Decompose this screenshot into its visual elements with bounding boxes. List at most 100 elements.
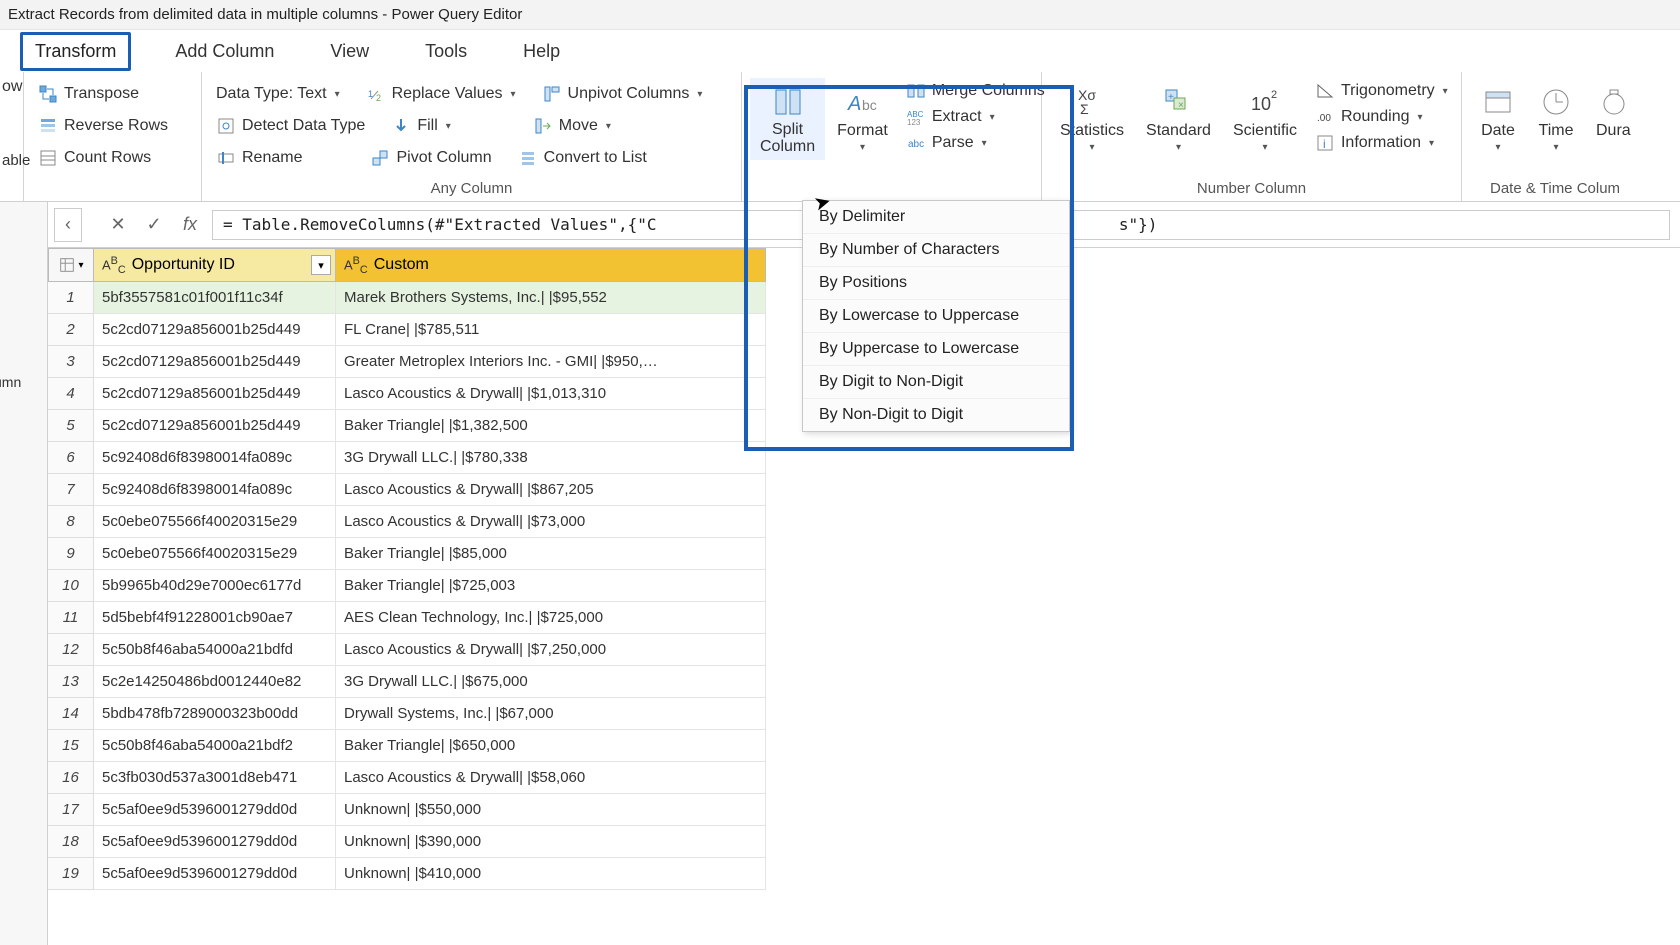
row-number[interactable]: 13	[48, 666, 94, 698]
cell-opportunity-id[interactable]: 5bdb478fb7289000323b00dd	[94, 698, 336, 730]
cell-custom[interactable]: Marek Brothers Systems, Inc.| |$95,552	[336, 282, 766, 314]
split-by-non-digit-to-digit[interactable]: By Non-Digit to Digit	[803, 398, 1069, 431]
cell-custom[interactable]: Lasco Acoustics & Drywall| |$73,000	[336, 506, 766, 538]
column-header-opportunity-id[interactable]: ABCOpportunity ID▾	[94, 248, 336, 282]
fill-button[interactable]: Fill	[385, 113, 456, 139]
cell-custom[interactable]: Baker Triangle| |$85,000	[336, 538, 766, 570]
row-number[interactable]: 18	[48, 826, 94, 858]
time-button[interactable]: Time▾	[1528, 78, 1584, 160]
cell-custom[interactable]: Baker Triangle| |$1,382,500	[336, 410, 766, 442]
information-button[interactable]: i Information	[1309, 130, 1454, 156]
split-by-delimiter[interactable]: By Delimiter	[803, 201, 1069, 233]
row-number[interactable]: 7	[48, 474, 94, 506]
menu-add-column[interactable]: Add Column	[163, 35, 286, 68]
column-header-custom[interactable]: ABCCustom	[336, 248, 766, 282]
cancel-formula-button[interactable]: ✕	[104, 211, 132, 239]
standard-button[interactable]: +× Standard▾	[1136, 78, 1221, 160]
parse-button[interactable]: abc Parse	[900, 130, 1051, 156]
cell-opportunity-id[interactable]: 5bf3557581c01f001f11c34f	[94, 282, 336, 314]
cell-custom[interactable]: Unknown| |$410,000	[336, 858, 766, 890]
cell-opportunity-id[interactable]: 5c5af0ee9d5396001279dd0d	[94, 794, 336, 826]
cell-opportunity-id[interactable]: 5c2cd07129a856001b25d449	[94, 410, 336, 442]
cell-opportunity-id[interactable]: 5c50b8f46aba54000a21bdf2	[94, 730, 336, 762]
row-number[interactable]: 6	[48, 442, 94, 474]
split-by-number-of-characters[interactable]: By Number of Characters	[803, 233, 1069, 266]
row-number[interactable]: 2	[48, 314, 94, 346]
cell-custom[interactable]: FL Crane| |$785,511	[336, 314, 766, 346]
cell-custom[interactable]: Lasco Acoustics & Drywall| |$7,250,000	[336, 634, 766, 666]
cell-opportunity-id[interactable]: 5b9965b40d29e7000ec6177d	[94, 570, 336, 602]
cell-custom[interactable]: Unknown| |$390,000	[336, 826, 766, 858]
format-button[interactable]: Abc Format ▾	[827, 78, 898, 160]
split-column-button[interactable]: Split Column	[750, 78, 825, 160]
cell-opportunity-id[interactable]: 5c50b8f46aba54000a21bdfd	[94, 634, 336, 666]
cell-opportunity-id[interactable]: 5c2cd07129a856001b25d449	[94, 378, 336, 410]
pivot-column-button[interactable]: Pivot Column	[364, 145, 497, 171]
extract-button[interactable]: ABC123 Extract	[900, 104, 1051, 130]
merge-columns-button[interactable]: Merge Columns	[900, 78, 1051, 104]
apply-formula-button[interactable]: ✓	[140, 211, 168, 239]
menu-view[interactable]: View	[318, 35, 381, 68]
count-rows-button[interactable]: Count Rows	[32, 145, 157, 171]
split-by-lowercase-to-uppercase[interactable]: By Lowercase to Uppercase	[803, 299, 1069, 332]
cell-custom[interactable]: Greater Metroplex Interiors Inc. - GMI| …	[336, 346, 766, 378]
reverse-rows-button[interactable]: Reverse Rows	[32, 113, 174, 139]
replace-values-button[interactable]: 12 Replace Values	[360, 81, 522, 107]
cell-custom[interactable]: Unknown| |$550,000	[336, 794, 766, 826]
row-number[interactable]: 4	[48, 378, 94, 410]
row-number[interactable]: 15	[48, 730, 94, 762]
cell-custom[interactable]: AES Clean Technology, Inc.| |$725,000	[336, 602, 766, 634]
cell-custom[interactable]: Drywall Systems, Inc.| |$67,000	[336, 698, 766, 730]
fx-icon[interactable]: fx	[176, 211, 204, 239]
row-number[interactable]: 5	[48, 410, 94, 442]
unpivot-columns-button[interactable]: Unpivot Columns	[536, 81, 709, 107]
cell-opportunity-id[interactable]: 5c2e14250486bd0012440e82	[94, 666, 336, 698]
rename-button[interactable]: Rename	[210, 145, 308, 171]
cell-custom[interactable]: Lasco Acoustics & Drywall| |$58,060	[336, 762, 766, 794]
duration-button[interactable]: Dura	[1586, 78, 1636, 160]
row-number[interactable]: 10	[48, 570, 94, 602]
menu-tools[interactable]: Tools	[413, 35, 479, 68]
cell-custom[interactable]: Lasco Acoustics & Drywall| |$867,205	[336, 474, 766, 506]
row-number[interactable]: 19	[48, 858, 94, 890]
collapse-chevron[interactable]: ‹	[54, 208, 82, 242]
cell-custom[interactable]: Baker Triangle| |$650,000	[336, 730, 766, 762]
cell-custom[interactable]: Baker Triangle| |$725,003	[336, 570, 766, 602]
cell-custom[interactable]: 3G Drywall LLC.| |$675,000	[336, 666, 766, 698]
cell-opportunity-id[interactable]: 5c5af0ee9d5396001279dd0d	[94, 826, 336, 858]
row-number[interactable]: 1	[48, 282, 94, 314]
menu-help[interactable]: Help	[511, 35, 572, 68]
row-number[interactable]: 9	[48, 538, 94, 570]
row-number[interactable]: 3	[48, 346, 94, 378]
detect-data-type-button[interactable]: Detect Data Type	[210, 113, 371, 139]
statistics-button[interactable]: ΧσΣ Statistics▾	[1050, 78, 1134, 160]
cell-opportunity-id[interactable]: 5c3fb030d537a3001d8eb471	[94, 762, 336, 794]
cell-opportunity-id[interactable]: 5c5af0ee9d5396001279dd0d	[94, 858, 336, 890]
grid-corner[interactable]: ▾	[48, 248, 94, 282]
trigonometry-button[interactable]: Trigonometry	[1309, 78, 1454, 104]
cell-custom[interactable]: Lasco Acoustics & Drywall| |$1,013,310	[336, 378, 766, 410]
row-number[interactable]: 17	[48, 794, 94, 826]
cell-custom[interactable]: 3G Drywall LLC.| |$780,338	[336, 442, 766, 474]
cell-opportunity-id[interactable]: 5c92408d6f83980014fa089c	[94, 442, 336, 474]
row-number[interactable]: 11	[48, 602, 94, 634]
cell-opportunity-id[interactable]: 5c2cd07129a856001b25d449	[94, 314, 336, 346]
cell-opportunity-id[interactable]: 5c0ebe075566f40020315e29	[94, 506, 336, 538]
row-number[interactable]: 16	[48, 762, 94, 794]
row-number[interactable]: 14	[48, 698, 94, 730]
cell-opportunity-id[interactable]: 5c0ebe075566f40020315e29	[94, 538, 336, 570]
cell-opportunity-id[interactable]: 5c2cd07129a856001b25d449	[94, 346, 336, 378]
transpose-button[interactable]: Transpose	[32, 81, 145, 107]
column-filter-icon[interactable]: ▾	[311, 255, 331, 275]
convert-to-list-button[interactable]: Convert to List	[512, 145, 653, 171]
scientific-button[interactable]: 102 Scientific▾	[1223, 78, 1307, 160]
split-by-digit-to-non-digit[interactable]: By Digit to Non-Digit	[803, 365, 1069, 398]
menu-transform[interactable]: Transform	[20, 32, 131, 71]
split-by-positions[interactable]: By Positions	[803, 266, 1069, 299]
date-button[interactable]: Date▾	[1470, 78, 1526, 160]
split-by-uppercase-to-lowercase[interactable]: By Uppercase to Lowercase	[803, 332, 1069, 365]
row-number[interactable]: 12	[48, 634, 94, 666]
cell-opportunity-id[interactable]: 5c92408d6f83980014fa089c	[94, 474, 336, 506]
move-button[interactable]: Move	[527, 113, 617, 139]
row-number[interactable]: 8	[48, 506, 94, 538]
